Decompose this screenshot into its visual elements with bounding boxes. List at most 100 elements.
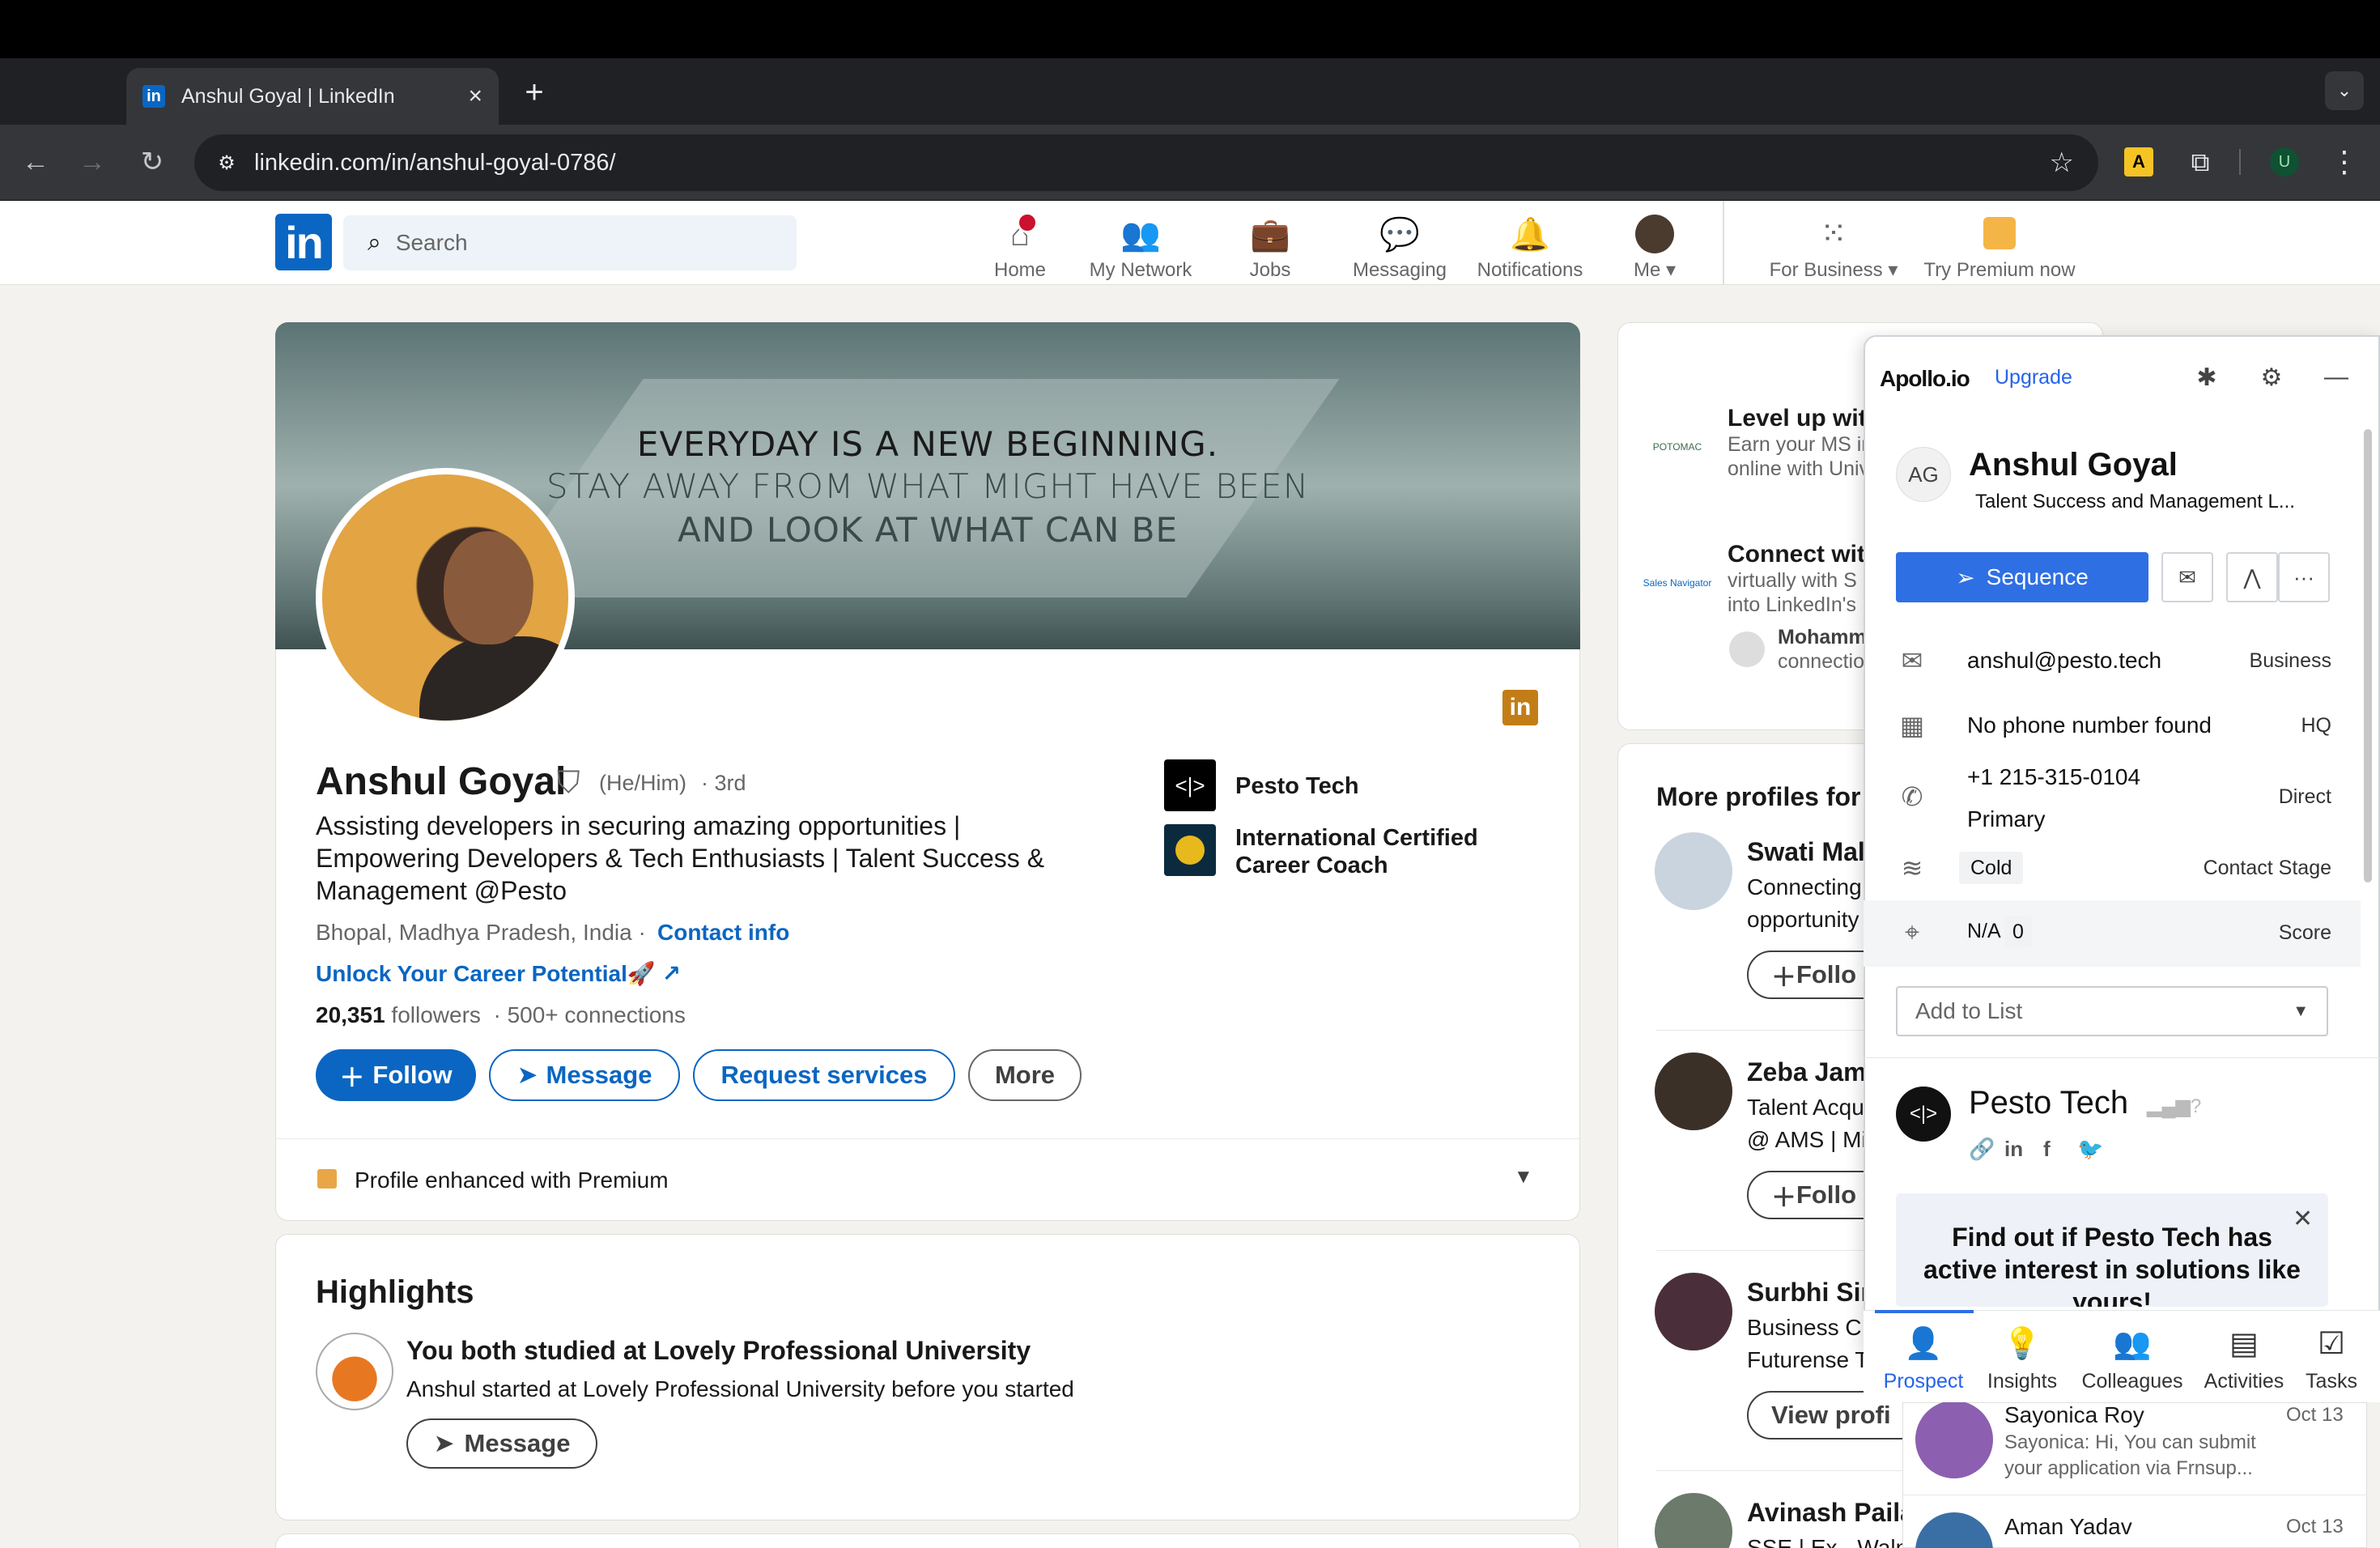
profile-avatar[interactable] — [1655, 1053, 1732, 1130]
company-name[interactable]: Pesto Tech — [1969, 1085, 2128, 1121]
apollo-scrollbar[interactable] — [2364, 429, 2372, 882]
more-options-icon[interactable]: ··· — [2278, 552, 2330, 602]
photo-head — [444, 531, 533, 644]
nav-business-label: For Business ▾ — [1769, 259, 1898, 281]
site-info-icon[interactable]: ⚙ — [210, 147, 243, 179]
nav-messaging[interactable]: 💬 Messaging — [1339, 207, 1460, 282]
nav-jobs[interactable]: 💼 Jobs — [1226, 207, 1315, 282]
apollo-action-icon[interactable]: ⋀ — [2226, 552, 2278, 602]
contact-stage-value[interactable]: Cold — [1959, 852, 2024, 884]
nav-try-premium[interactable]: Try Premium now — [1919, 207, 2080, 282]
message-sender[interactable]: Aman Yadav — [2004, 1514, 2132, 1540]
ad-title-2[interactable]: Connect with — [1728, 541, 1880, 568]
bug-icon[interactable]: ✱ — [2191, 361, 2223, 393]
verified-shield-icon[interactable]: ⛉ — [557, 766, 588, 800]
email-type: Business — [2249, 649, 2331, 672]
nav-my-network[interactable]: 👥 My Network — [1080, 207, 1201, 282]
nav-me[interactable]: Me ▾ — [1614, 207, 1695, 282]
me-avatar — [1635, 215, 1674, 253]
more-profile-name[interactable]: Surbhi Sir — [1747, 1278, 1871, 1308]
external-link-icon: ↗ — [661, 961, 681, 986]
premium-icon — [1983, 217, 2016, 249]
more-profile-name[interactable]: Avinash Paila — [1747, 1498, 1915, 1528]
tab-search-chevron-icon[interactable]: ⌄ — [2325, 71, 2364, 110]
follow-button[interactable]: ＋ Follow — [316, 1049, 476, 1101]
ad-title-1[interactable]: Level up with — [1728, 405, 1881, 432]
more-button[interactable]: More — [968, 1049, 1082, 1101]
send-icon: ➤ — [516, 1061, 538, 1089]
experience-pesto-tech[interactable]: Pesto Tech — [1235, 772, 1359, 800]
highlight-main: You both studied at Lovely Professional … — [406, 1336, 1031, 1365]
close-icon[interactable]: ✕ — [2293, 1205, 2313, 1233]
tab-colleagues[interactable]: 👥 Colleagues — [2081, 1325, 2182, 1393]
nav-for-business[interactable]: ⁙ For Business ▾ — [1740, 207, 1927, 282]
request-services-button[interactable]: Request services — [693, 1049, 955, 1101]
message-sender[interactable]: Sayonica Roy — [2004, 1402, 2144, 1428]
profile-avatar[interactable] — [1655, 1273, 1732, 1350]
search-input[interactable]: ⌕ Search — [343, 215, 797, 270]
profile-location: Bhopal, Madhya Pradesh, India · — [316, 920, 646, 945]
apollo-extension-icon[interactable]: A — [2124, 147, 2153, 176]
tab-close-icon[interactable]: × — [468, 83, 482, 110]
profile-avatar[interactable] — [1655, 832, 1732, 910]
minimize-icon[interactable]: — — [2320, 361, 2352, 393]
contact-info-link[interactable]: Contact info — [657, 920, 789, 946]
link-icon[interactable]: 🔗 — [1969, 1137, 1995, 1162]
new-tab-button[interactable]: + — [518, 74, 550, 110]
nav-home[interactable]: ⌂ Home — [971, 207, 1069, 282]
contact-email[interactable]: anshul@pesto.tech — [1967, 648, 2161, 674]
tab-activities[interactable]: ▤ Activities — [2195, 1325, 2293, 1393]
add-to-list-select[interactable]: Add to List ▼ — [1896, 986, 2328, 1036]
followers-connections[interactable]: 20,351 followers · 500+ connections — [316, 1002, 686, 1028]
tab-insights[interactable]: 💡 Insights — [1974, 1325, 2071, 1393]
more-profile-name[interactable]: Swati Mal — [1747, 837, 1865, 867]
gear-icon[interactable]: ⚙ — [2255, 361, 2288, 393]
tab-tasks[interactable]: ☑ Tasks — [2284, 1325, 2378, 1393]
potomac-logo: POTOMAC — [1652, 441, 1702, 453]
profile-photo[interactable] — [316, 468, 575, 727]
reload-icon[interactable]: ↻ — [134, 144, 170, 180]
email-add-icon[interactable]: ✉ — [2161, 552, 2213, 602]
chevron-down-icon[interactable]: ▼ — [1514, 1166, 1533, 1189]
sequence-button[interactable]: ➢ Sequence — [1896, 552, 2148, 602]
more-profile-desc: Talent Acqu — [1747, 1095, 1864, 1120]
url-text[interactable]: linkedin.com/in/anshul-goyal-0786/ — [254, 150, 616, 176]
card-divider — [275, 1138, 1580, 1139]
browser-tab-active[interactable]: in Anshul Goyal | LinkedIn × — [126, 68, 499, 125]
nav-notifications[interactable]: 🔔 Notifications — [1465, 207, 1595, 282]
forward-arrow-icon[interactable]: → — [74, 144, 110, 180]
twitter-icon[interactable]: 🐦 — [2077, 1137, 2103, 1162]
browser-menu-kebab-icon[interactable]: ⋮ — [2328, 144, 2361, 180]
intent-banner: Find out if Pesto Tech has active intere… — [1896, 1193, 2328, 1307]
profile-website-link[interactable]: Unlock Your Career Potential🚀 ↗ — [316, 960, 681, 987]
hq-phone: No phone number found — [1967, 712, 2212, 738]
apollo-upgrade-link[interactable]: Upgrade — [1995, 366, 2072, 389]
pesto-tech-logo[interactable]: <|> — [1164, 759, 1216, 811]
cover-text-line-1: EVERYDAY IS A NEW BEGINNING. — [636, 424, 1219, 464]
linkedin-badge-icon[interactable]: in — [1502, 690, 1538, 725]
address-bar[interactable]: ⚙ linkedin.com/in/anshul-goyal-0786/ ☆ — [194, 134, 2098, 191]
more-profile-name[interactable]: Zeba Jam — [1747, 1057, 1867, 1087]
message-date: Oct 13 — [2286, 1404, 2344, 1426]
direct-phone[interactable]: +1 215-315-0104 — [1967, 764, 2140, 790]
highlight-sub: Anshul started at Lovely Professional Un… — [406, 1376, 1074, 1401]
tab-prospect[interactable]: 👤 Prospect — [1875, 1325, 1972, 1393]
search-placeholder: Search — [395, 230, 468, 255]
profile-headline: Assisting developers in securing amazing… — [316, 811, 1045, 905]
people-icon: 👥 — [1120, 217, 1161, 253]
facebook-icon[interactable]: f — [2043, 1137, 2051, 1162]
back-arrow-icon[interactable]: ← — [18, 144, 53, 180]
career-coach-logo[interactable] — [1164, 824, 1216, 876]
linkedin-icon[interactable]: in — [2004, 1137, 2023, 1162]
more-profiles-title: More profiles for — [1656, 782, 1861, 811]
bookmark-star-icon[interactable]: ☆ — [2050, 147, 2074, 179]
send-icon: ➢ — [1956, 564, 1975, 590]
message-button[interactable]: ➤ Message — [489, 1049, 680, 1101]
lpu-logo — [316, 1333, 393, 1410]
browser-profile-avatar[interactable]: U — [2270, 147, 2299, 176]
linkedin-logo[interactable]: in — [275, 214, 332, 270]
message-avatar[interactable] — [1915, 1401, 1993, 1478]
highlight-message-button[interactable]: ➤ Message — [406, 1418, 597, 1469]
extensions-puzzle-icon[interactable]: ⧉ — [2182, 144, 2218, 180]
experience-career-coach[interactable]: International Certified Career Coach — [1235, 824, 1527, 879]
